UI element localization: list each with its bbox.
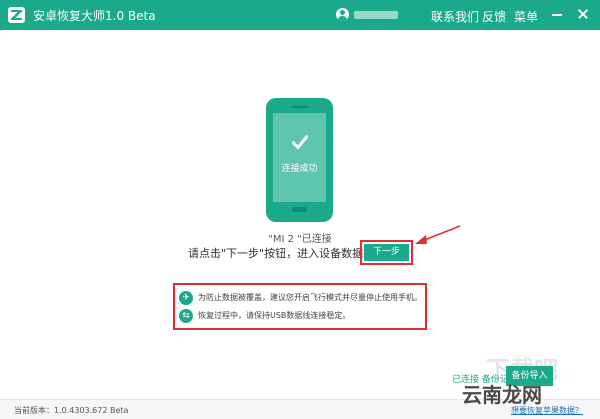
minimize-button[interactable] [549,6,565,22]
phone-illustration: 连接成功 [266,98,333,222]
check-icon [292,135,308,150]
connection-status: 连接成功 [281,164,318,174]
app-title: 安卓恢复大师1.0 Beta [33,9,156,23]
menu-link[interactable]: 菜单 [514,8,538,25]
tip-text: 恢复过程中，请保持USB数据线连接稳定。 [198,311,351,320]
close-button[interactable] [575,6,591,22]
phone-screen: 连接成功 [273,113,326,202]
tips-box: ✈ 为防止数据被覆盖，建议您开启飞行模式并尽量停止使用手机。 ⇆ 恢复过程中，请… [173,283,427,330]
watermark-logo: 云南龙网 [462,383,542,407]
device-connected-label: "MI 2 "已连接 [268,234,332,245]
phone-speaker [292,106,308,108]
next-button[interactable]: 下一步 [364,244,409,261]
app-logo-icon [8,7,25,23]
annotation-arrow-icon [415,225,461,244]
instruction-text: 请点击"下一步"按钮，进入设备数据扫描 [188,247,386,260]
feedback-link[interactable]: 反馈 [482,8,506,25]
tip-text: 为防止数据被覆盖，建议您开启飞行模式并尽量停止使用手机。 [198,293,422,302]
phone-home-button [292,207,307,212]
airplane-icon: ✈ [179,291,193,305]
usb-icon: ⇆ [179,309,193,323]
version-label: 当前版本：1.0.4303.672 Beta [14,406,129,415]
contact-us-link[interactable]: 联系我们 [431,8,479,25]
user-name-blurred[interactable] [354,11,398,19]
title-bar: 安卓恢复大师1.0 Beta 联系我们 反馈 菜单 [0,0,600,30]
user-avatar-icon[interactable] [336,8,349,21]
